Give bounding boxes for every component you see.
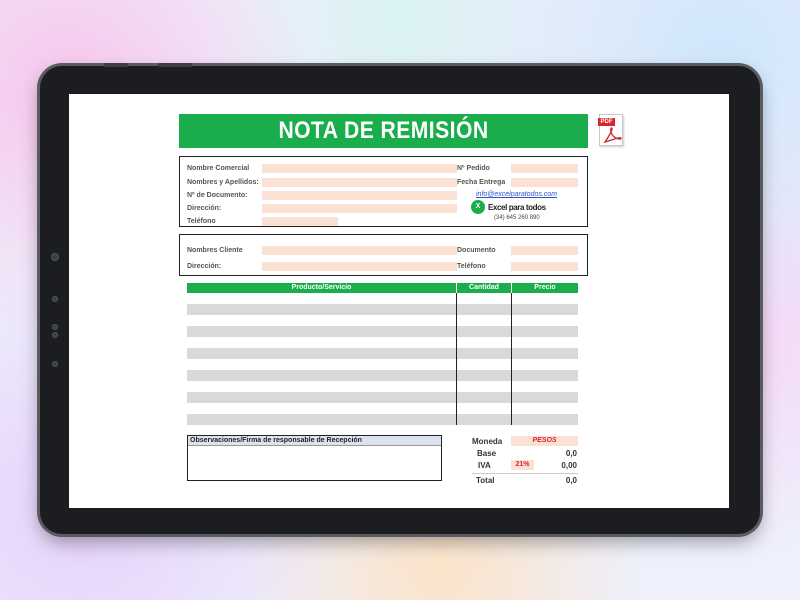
pdf-label: PDF [598, 118, 615, 126]
phone-field[interactable] [262, 217, 338, 226]
tablet-button [104, 63, 128, 67]
iva-value: 0,00 [561, 461, 577, 470]
observations-label: Observaciones/Firma de responsable de Re… [188, 436, 441, 446]
sensor-icon [52, 361, 58, 367]
client-document-field[interactable] [511, 246, 578, 255]
sensor-icon [52, 332, 58, 338]
iva-rate[interactable]: 21% [511, 460, 534, 470]
acrobat-icon [603, 127, 622, 144]
phone-label: Teléfono [187, 218, 216, 225]
client-phone-label: Teléfono [457, 263, 486, 270]
title-banner: NOTA DE REMISIÓN [179, 114, 588, 148]
currency-label: Moneda [472, 437, 503, 446]
column-header-quantity: Cantidad [457, 283, 511, 293]
delivery-date-field[interactable] [511, 178, 578, 187]
column-divider [511, 293, 512, 425]
pdf-icon[interactable]: PDF [598, 114, 623, 146]
observations-box[interactable]: Observaciones/Firma de responsable de Re… [187, 435, 442, 481]
table-row[interactable] [187, 348, 578, 359]
tablet-device: NOTA DE REMISIÓN PDF Nombre Comercial No… [40, 63, 760, 534]
camera-icon [51, 253, 59, 261]
address-field[interactable] [262, 204, 457, 213]
currency-value[interactable]: PESOS [511, 436, 578, 446]
table-row[interactable] [187, 392, 578, 403]
client-name-label: Nombres Cliente [187, 247, 243, 254]
table-row[interactable] [187, 326, 578, 337]
delivery-date-label: Fecha Entrega [457, 179, 506, 186]
full-name-field[interactable] [262, 178, 457, 187]
column-divider [456, 293, 457, 425]
logo-text: Excel para todos [488, 203, 546, 212]
base-value: 0,0 [565, 449, 577, 458]
sensor-icon [52, 324, 58, 330]
commercial-name-label: Nombre Comercial [187, 165, 250, 172]
client-address-label: Dirección: [187, 263, 222, 270]
commercial-name-field[interactable] [262, 164, 457, 173]
total-divider [472, 473, 578, 474]
address-label: Dirección: [187, 205, 222, 212]
full-name-label: Nombres y Apellidos: [187, 179, 259, 186]
client-address-field[interactable] [262, 262, 457, 271]
iva-label: IVA [478, 461, 491, 470]
page-title: NOTA DE REMISIÓN [203, 114, 564, 148]
column-header-price: Precio [512, 283, 578, 293]
tablet-button [158, 63, 192, 67]
base-label: Base [477, 449, 497, 458]
email-link[interactable]: info@excelparatodos.com [476, 191, 557, 198]
order-number-label: Nº Pedido [457, 165, 490, 172]
excel-logo-icon: X [471, 200, 485, 214]
order-number-field[interactable] [511, 164, 578, 173]
client-phone-field[interactable] [511, 262, 578, 271]
table-row[interactable] [187, 370, 578, 381]
total-label: Total [476, 476, 495, 485]
column-header-product: Producto/Servicio [187, 283, 456, 293]
document-number-field[interactable] [262, 191, 457, 200]
document-number-label: Nº de Documento: [187, 192, 248, 199]
spreadsheet-screen: NOTA DE REMISIÓN PDF Nombre Comercial No… [69, 94, 729, 508]
total-value: 0,0 [565, 476, 577, 485]
client-name-field[interactable] [262, 246, 457, 255]
table-row[interactable] [187, 414, 578, 425]
sensor-icon [52, 296, 58, 302]
table-row[interactable] [187, 304, 578, 315]
contact-phone: (34) 645 260 890 [494, 215, 540, 221]
client-document-label: Documento [457, 247, 496, 254]
